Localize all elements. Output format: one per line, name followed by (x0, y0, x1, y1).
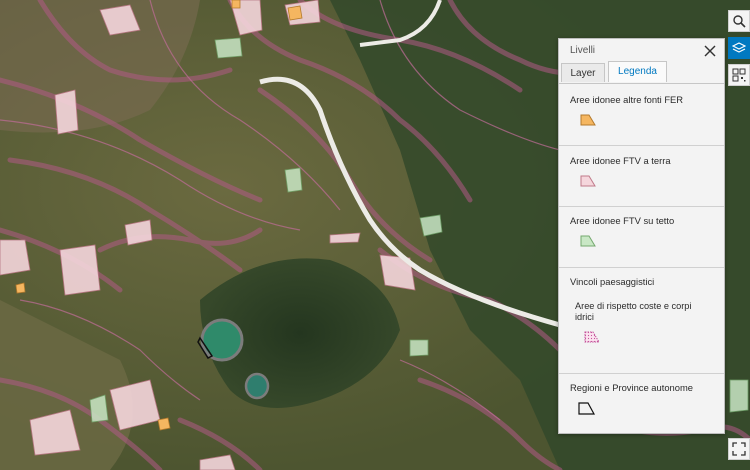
legend-group-fer: Aree idonee altre fonti FER (559, 84, 724, 146)
legend-title: Aree idonee altre fonti FER (570, 94, 684, 105)
tab-layer[interactable]: Layer (561, 63, 605, 82)
fullscreen-icon (732, 442, 746, 456)
close-icon[interactable] (703, 44, 717, 58)
legend-group-vincoli: Vincoli paesaggistici Aree di rispetto c… (559, 268, 724, 374)
legend-sub-label: Aree di rispetto coste e corpi idrici (575, 301, 692, 322)
ftv-tetto-symbol (580, 235, 596, 247)
lake-small (244, 372, 270, 400)
legend-group-ftv-tetto: Aree idonee FTV su tetto (559, 207, 724, 268)
vincoli-symbol (584, 331, 600, 343)
legend-title: Vincoli paesaggistici (570, 276, 655, 287)
regioni-symbol (578, 402, 596, 415)
legend-group-ftv-terra: Aree idonee FTV a terra (559, 146, 724, 207)
legend-title: Regioni e Province autonome (570, 382, 693, 393)
search-icon (733, 15, 746, 28)
search-button[interactable] (728, 10, 750, 32)
qr-button[interactable] (728, 64, 750, 86)
ftv-terra-symbol (580, 175, 596, 187)
legend-title: Aree idonee FTV su tetto (570, 215, 675, 226)
layers-button[interactable] (728, 37, 750, 59)
layers-icon (732, 42, 746, 53)
layers-panel: Livelli Layer Legenda Aree idonee altre … (558, 38, 725, 434)
tab-legenda[interactable]: Legenda (608, 61, 667, 82)
legend-title: Aree idonee FTV a terra (570, 155, 671, 166)
lake-large (200, 318, 244, 362)
fer-symbol (580, 114, 596, 126)
qr-icon (732, 68, 746, 82)
legend-group-regioni: Regioni e Province autonome (559, 374, 724, 434)
fullscreen-button[interactable] (728, 438, 750, 460)
panel-title: Livelli (570, 45, 596, 56)
panel-tabs: Layer Legenda (559, 61, 724, 84)
